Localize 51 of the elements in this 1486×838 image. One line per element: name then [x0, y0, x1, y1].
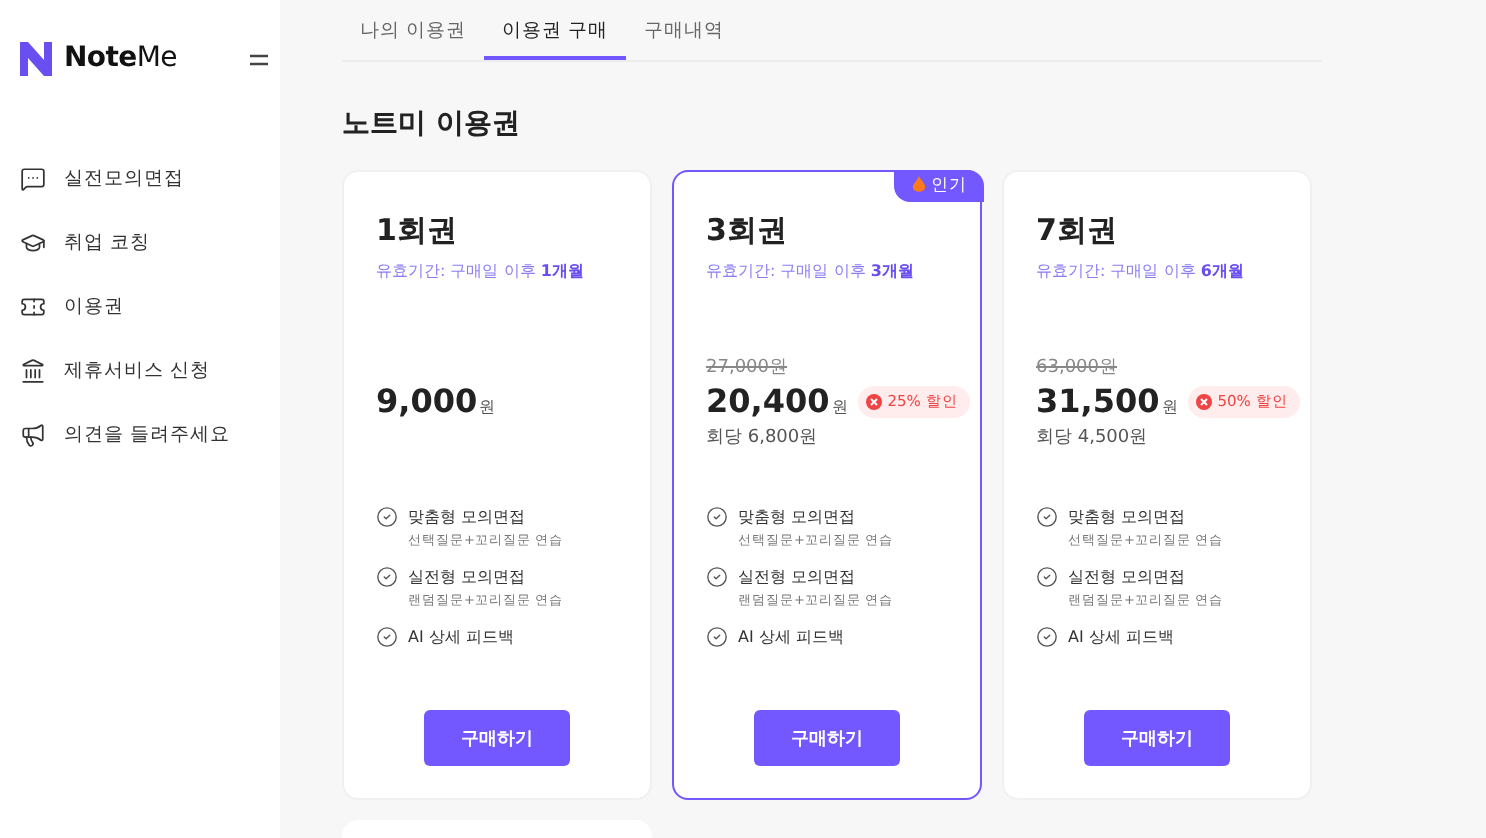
- sidebar-item[interactable]: 제휴서비스 신청: [20, 352, 280, 388]
- logo-icon: [20, 41, 52, 75]
- graduation-cap-icon: [20, 229, 46, 255]
- plan-title: 1회권: [376, 212, 459, 250]
- per-use-price: 회당 6,800원: [706, 426, 820, 450]
- sidebar-item[interactable]: 이용권: [20, 288, 280, 324]
- buy-button[interactable]: 구매하기: [1084, 710, 1230, 766]
- megaphone-icon: [20, 421, 46, 447]
- chat-icon: [20, 165, 46, 191]
- sidebar-item[interactable]: 의견을 들려주세요: [20, 416, 280, 452]
- check-icon: [706, 626, 728, 648]
- feature-name: 맞춤형 모의면접: [1068, 506, 1188, 528]
- feature-name: 맞춤형 모의면접: [738, 506, 858, 528]
- feature-name: 실전형 모의면접: [738, 566, 858, 588]
- price: 9,000 원: [376, 382, 496, 420]
- validity-text: 유효기간: 구매일 이후 1개월: [376, 260, 586, 282]
- check-icon: [1036, 626, 1058, 648]
- tab[interactable]: 나의 이용권: [342, 18, 485, 60]
- page-heading: 노트미 이용권: [342, 106, 522, 142]
- buy-button[interactable]: 구매하기: [424, 710, 570, 766]
- check-icon: [1036, 506, 1058, 528]
- feature-name: 맞춤형 모의면접: [408, 506, 528, 528]
- bank-icon: [20, 357, 46, 383]
- original-price: 63,000원: [1036, 356, 1119, 380]
- feature-name: AI 상세 피드백: [738, 626, 844, 648]
- validity-text: 유효기간: 구매일 이후 6개월: [1036, 260, 1246, 282]
- check-icon: [376, 626, 398, 648]
- check-icon: [706, 506, 728, 528]
- check-icon: [706, 566, 728, 588]
- plan-title: 3회권: [706, 212, 789, 250]
- buy-button[interactable]: 구매하기: [754, 710, 900, 766]
- feature-name: AI 상세 피드백: [1068, 626, 1174, 648]
- tab[interactable]: 이용권 구매: [484, 18, 627, 60]
- plan-title: 7회권: [1036, 212, 1119, 250]
- original-price: 27,000원: [706, 356, 789, 380]
- logo-text: NoteMe: [64, 42, 179, 74]
- per-use-price: 회당 4,500원: [1036, 426, 1150, 450]
- sidebar-item[interactable]: 실전모의면접: [20, 160, 280, 196]
- validity-text: 유효기간: 구매일 이후 3개월: [706, 260, 916, 282]
- check-icon: [376, 566, 398, 588]
- price: 20,400 원: [706, 382, 848, 420]
- check-icon: [1036, 566, 1058, 588]
- feature-name: AI 상세 피드백: [408, 626, 514, 648]
- check-icon: [376, 506, 398, 528]
- feature-name: 실전형 모의면접: [1068, 566, 1188, 588]
- feature-name: 실전형 모의면접: [408, 566, 528, 588]
- sidebar-item[interactable]: 취업 코칭: [20, 224, 280, 260]
- tab[interactable]: 구매내역: [626, 18, 743, 60]
- price: 31,500 원: [1036, 382, 1178, 420]
- ticket-icon: [20, 293, 46, 319]
- popular-badge: 인기: [893, 169, 983, 201]
